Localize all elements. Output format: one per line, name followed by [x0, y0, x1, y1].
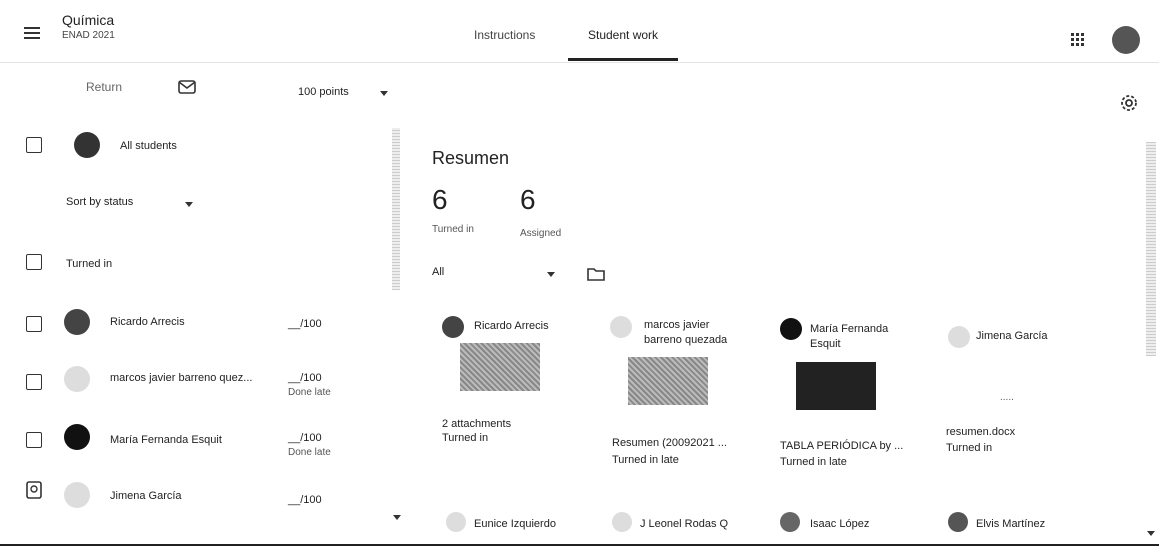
bottom-card-avatar-2 [612, 512, 632, 532]
email-icon[interactable] [176, 78, 198, 96]
card-name-2[interactable]: marcos javier barreno quezada [644, 318, 744, 349]
student-name-1[interactable]: Ricardo Arrecis [110, 316, 185, 328]
student-reviewed-icon-4 [24, 480, 44, 500]
assignment-title: Resumen [432, 148, 510, 168]
class-subtitle: ENAD 2021 [62, 30, 115, 41]
all-students-icon [74, 132, 100, 158]
card-status-1: Turned in [442, 432, 489, 444]
card-status-4: Turned in [946, 442, 993, 454]
student-grade-2[interactable]: __/100 [288, 372, 322, 384]
student-checkbox-3[interactable] [26, 432, 42, 448]
filter-select[interactable]: All [432, 266, 444, 278]
turned-in-count: 6 [432, 184, 448, 215]
card-file-3[interactable]: TABLA PERIÓDICA by ... [780, 440, 903, 452]
tab-active-indicator [568, 58, 678, 61]
student-status-2: Done late [288, 387, 331, 398]
sort-select[interactable]: Sort by status [66, 196, 133, 208]
student-checkbox-2[interactable] [26, 374, 42, 390]
main-scrollbar[interactable] [1146, 142, 1156, 356]
card-avatar-4 [948, 326, 970, 348]
student-name-4[interactable]: Jimena García [110, 490, 182, 502]
return-button[interactable]: Return [86, 80, 122, 94]
apps-grid-icon[interactable] [1068, 30, 1088, 50]
points-select[interactable]: 100 points [298, 86, 349, 98]
turned-in-group-label: Turned in [66, 258, 113, 270]
turned-in-group-checkbox[interactable] [26, 254, 42, 270]
student-avatar-4 [64, 482, 90, 508]
card-avatar-2 [610, 316, 632, 338]
all-students-label: All students [120, 140, 177, 152]
student-grade-1[interactable]: __/100 [288, 318, 322, 330]
student-checkbox-1[interactable] [26, 316, 42, 332]
tab-instructions[interactable]: Instructions [474, 28, 535, 42]
card-thumbnail-1[interactable] [460, 343, 540, 391]
folder-icon[interactable] [586, 266, 606, 282]
left-scroll-down-icon[interactable] [392, 512, 402, 522]
bottom-card-avatar-1 [446, 512, 466, 532]
card-status-2: Turned in late [612, 454, 679, 466]
student-avatar-1 [64, 309, 90, 335]
chevron-down-icon[interactable] [378, 88, 390, 98]
card-thumbnail-3[interactable] [796, 362, 876, 410]
assigned-count: 6 [520, 184, 536, 215]
card-avatar-3 [780, 318, 802, 340]
student-name-2[interactable]: marcos javier barreno quez... [110, 372, 252, 384]
student-avatar-2 [64, 366, 90, 392]
select-all-checkbox[interactable] [26, 137, 42, 153]
student-avatar-3 [64, 424, 90, 450]
card-name-1[interactable]: Ricardo Arrecis [474, 320, 549, 332]
bottom-card-name-2[interactable]: J Leonel Rodas Q [640, 518, 728, 530]
settings-gear-icon[interactable] [1118, 92, 1140, 114]
bottom-card-avatar-4 [948, 512, 968, 532]
main-scroll-down-icon[interactable] [1146, 528, 1156, 538]
class-title[interactable]: Química [62, 12, 114, 28]
card-file-1[interactable]: 2 attachments [442, 418, 511, 430]
card-file-2[interactable]: Resumen (20092021 ... [612, 437, 727, 449]
bottom-card-avatar-3 [780, 512, 800, 532]
left-scrollbar[interactable] [392, 128, 400, 290]
assigned-count-label: Assigned [520, 228, 562, 239]
student-grade-3[interactable]: __/100 [288, 432, 322, 444]
student-grade-4[interactable]: __/100 [288, 494, 322, 506]
card-name-3[interactable]: María Fernanda Esquit [810, 322, 910, 353]
bottom-card-name-1[interactable]: Eunice Izquierdo [474, 518, 556, 530]
turned-in-count-label: Turned in [432, 224, 474, 235]
card-doc-placeholder-4[interactable]: ..... [1000, 392, 1014, 403]
tab-student-work[interactable]: Student work [588, 28, 658, 42]
sort-chevron-down-icon[interactable] [184, 200, 194, 208]
bottom-card-name-4[interactable]: Elvis Martínez [976, 518, 1045, 530]
header-divider [0, 62, 1159, 63]
card-status-3: Turned in late [780, 456, 847, 468]
menu-icon[interactable] [22, 24, 42, 42]
bottom-card-name-3[interactable]: Isaac López [810, 518, 869, 530]
card-thumbnail-2[interactable] [628, 357, 708, 405]
filter-chevron-down-icon[interactable] [546, 270, 556, 278]
card-avatar-1 [442, 316, 464, 338]
student-name-3[interactable]: María Fernanda Esquit [110, 434, 222, 446]
bottom-edge-line [0, 544, 1159, 546]
account-avatar[interactable] [1112, 26, 1140, 54]
card-name-4[interactable]: Jimena García [976, 330, 1048, 342]
card-file-4[interactable]: resumen.docx [946, 426, 1015, 438]
student-status-3: Done late [288, 447, 331, 458]
